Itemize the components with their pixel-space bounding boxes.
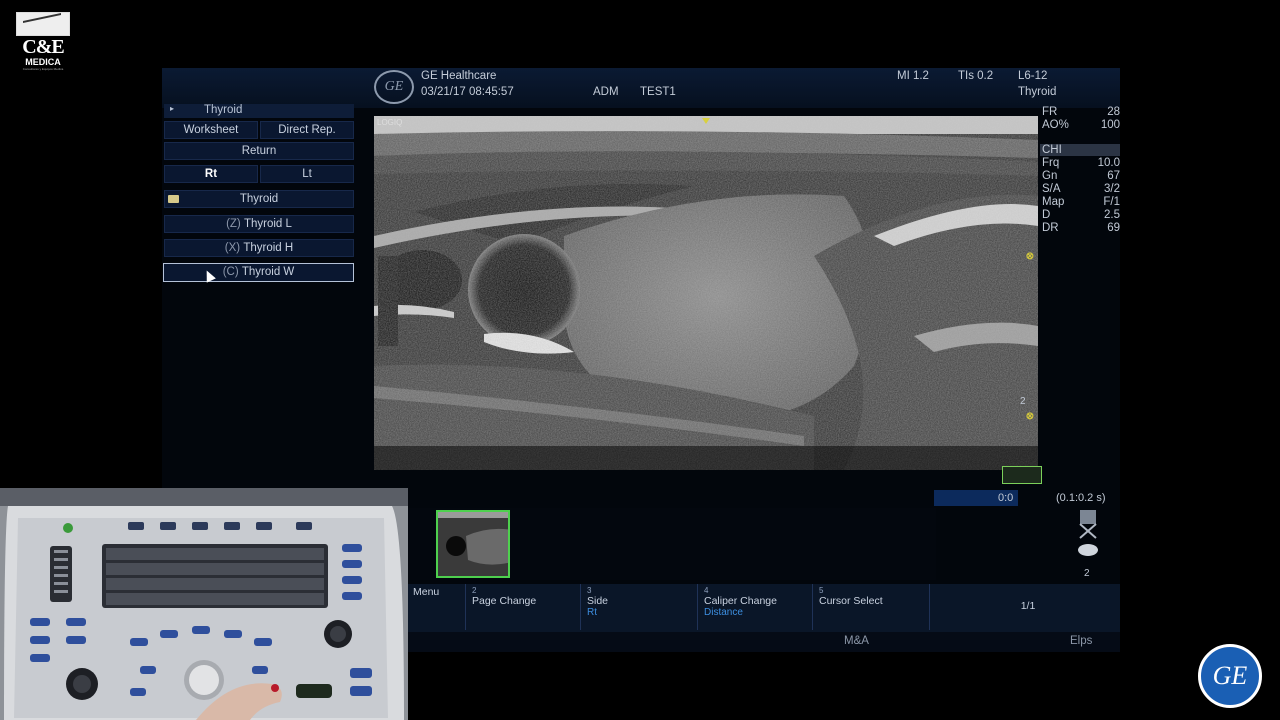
param-value: 28 [1107,106,1120,118]
param-label: Gn [1042,170,1058,182]
ce-medica-logo: C&E MEDICA Consultores y Equipos Medica [16,12,70,78]
measure-label: Thyroid H [243,242,294,254]
softkey-menu[interactable]: Menu [406,584,464,630]
left-side-button[interactable]: Lt [260,165,354,183]
softkey-label: Side [587,595,609,607]
softkey-label: Cursor Select [819,595,883,607]
page-indicator-label: 1/1 [1020,600,1036,612]
thyroid-folder-label: Thyroid [239,193,279,205]
ge-header-logo-text: GE [384,79,404,94]
ellipse-label[interactable]: Elps [1070,635,1092,647]
param-value: 3/2 [1104,183,1120,195]
worksheet-button[interactable]: Worksheet [164,121,258,139]
softkey-label: Page Change [472,595,537,607]
console-photo-graphic [0,488,408,720]
ce-logo-medica: MEDICA [25,57,61,67]
measure-key: (Z) [226,218,241,230]
softkey-number: 2 [472,586,477,595]
softkey-number: 4 [704,586,709,595]
left-panel-title-text: Thyroid [204,104,243,116]
param-label: FR [1042,106,1058,118]
header-company: GE Healthcare [421,70,497,82]
param-value: 67 [1107,170,1120,182]
right-side-button[interactable]: Rt [164,165,258,183]
measure-label: Thyroid W [241,266,295,278]
param-label: DR [1042,222,1059,234]
ultrasound-image[interactable]: LOGIQ [374,116,1038,470]
measure-key: (C) [222,266,239,278]
ce-logo-tagline: Consultores y Equipos Medica [22,67,64,71]
return-button[interactable]: Return [164,142,354,160]
softkey-cursor-select[interactable]: 5 Cursor Select [812,584,928,630]
softkey-page-change[interactable]: 2 Page Change [465,584,579,630]
depth-marker: 2 [1020,396,1026,407]
left-panel-title: ▸ Thyroid [164,104,354,118]
softkey-page-indicator[interactable]: 1/1 [929,584,1120,630]
probe-orientation-icon [1074,508,1102,564]
console-photo [0,488,408,720]
header-probe: L6-12 [1018,70,1048,82]
header-patient: TEST1 [640,86,676,98]
expand-arrow-icon[interactable]: ▸ [170,104,174,113]
ge-logo-text: GE [1212,661,1248,690]
ge-logo: GE [1198,644,1262,708]
softkey-number: 5 [819,586,824,595]
ce-logo-emblem [16,12,70,36]
softkey-value: Distance [704,607,743,618]
measure-key: (X) [224,242,241,254]
thyroid-l-item[interactable]: (Z) Thyroid L [164,215,354,233]
param-value: 10.0 [1097,157,1120,169]
thyroid-h-item[interactable]: (X) Thyroid H [164,239,354,257]
param-label: S/A [1042,183,1061,195]
focal-zone-marker-icon: ⊗ [1025,251,1035,262]
header-datetime: 03/21/17 08:45:57 [421,86,514,98]
param-label: Map [1042,196,1065,208]
direct-report-button[interactable]: Direct Rep. [260,121,354,139]
softkey-value: Rt [587,607,597,618]
cine-range: (0.1:0.2 s) [1056,492,1106,504]
focal-zone-marker-icon: ⊗ [1025,411,1035,422]
softkey-label: Caliper Change [704,595,777,607]
cine-loop-icon[interactable] [1002,466,1042,484]
folder-icon [168,195,179,203]
param-value: 69 [1107,222,1120,234]
param-value: 100 [1100,119,1120,131]
ultrasound-image-graphic [374,116,1038,470]
image-brand-label: LOGIQ [377,118,403,127]
thyroid-w-item[interactable]: (C) Thyroid W [163,263,354,282]
cine-thumbnail[interactable] [436,510,510,578]
param-label: D [1042,209,1051,221]
thyroid-folder-item[interactable]: Thyroid [164,190,354,208]
probe-orientation-graphic [1078,510,1098,556]
param-value: F/1 [1103,196,1120,208]
header-preset: Thyroid [1018,86,1057,98]
softkey-caliper-change[interactable]: 4 Caliper Change Distance [697,584,811,630]
header-tis: TIs 0.2 [958,70,994,82]
header-operator: ADM [593,86,619,98]
softkey-number: 3 [587,586,592,595]
param-value: 2.5 [1104,209,1120,221]
ce-logo-name: C&E [22,36,64,58]
softkey-side[interactable]: 3 Side Rt [580,584,696,630]
param-label: CHI [1042,144,1062,156]
softkey-label: Menu [413,586,440,598]
focus-marker-icon [702,118,710,124]
measure-label: Thyroid L [243,218,292,230]
ge-header-logo: GE [374,70,414,104]
cine-thumbnail-graphic [438,512,508,576]
param-label: AO% [1042,119,1069,131]
header-mi: MI 1.2 [897,70,929,82]
measure-analysis-label[interactable]: M&A [844,635,869,647]
param-label: Frq [1042,157,1060,169]
bottom-status-row [406,632,1120,652]
probe-number: 2 [1084,568,1090,579]
cine-counter: 0:0 [998,492,1014,504]
